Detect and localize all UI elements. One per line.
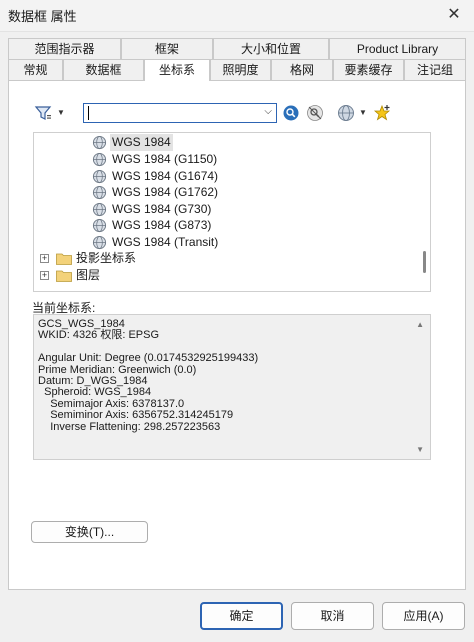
tab-row-bottom: 常规 数据框 坐标系 照明度 格网 要素缓存 注记组 (8, 59, 466, 81)
tree-item-wgs1984-g730[interactable]: WGS 1984 (G730) (92, 201, 292, 218)
tree-folder-layers[interactable]: + 图层 (40, 267, 240, 284)
clear-search-icon[interactable] (306, 104, 324, 122)
globe-menu-icon[interactable] (337, 104, 355, 122)
expand-icon[interactable]: + (40, 270, 49, 280)
tab-product-library[interactable]: Product Library (329, 38, 466, 59)
text-cursor (88, 106, 89, 120)
tree-item-label: WGS 1984 (G730) (112, 201, 212, 216)
add-to-favorites-icon[interactable] (373, 104, 391, 122)
title-bar: 数据框 属性 ✕ (0, 0, 474, 32)
globe-icon (92, 185, 107, 200)
tree-item-label: WGS 1984 (110, 134, 173, 151)
globe-icon (92, 218, 107, 233)
tab-grids[interactable]: 格网 (271, 59, 333, 80)
transform-button[interactable]: 变换(T)... (31, 521, 148, 543)
tree-item-wgs1984-g1150[interactable]: WGS 1984 (G1150) (92, 151, 292, 168)
tab-frame[interactable]: 框架 (121, 38, 213, 59)
coordinate-system-tree[interactable]: WGS 1984 WGS 1984 (G1150) WGS 1984 (G167… (33, 132, 431, 292)
search-dropdown-caret-icon[interactable]: ⌵ (264, 106, 272, 117)
tree-item-label: WGS 1984 (G1150) (112, 152, 218, 166)
tab-general[interactable]: 常规 (8, 59, 63, 80)
search-input[interactable] (84, 104, 254, 122)
tree-item-label: WGS 1984 (Transit) (112, 234, 219, 249)
tree-item-wgs1984[interactable]: WGS 1984 (92, 134, 292, 151)
tree-item-label: WGS 1984 (G873) (112, 218, 212, 232)
scroll-up-icon[interactable]: ▲ (416, 319, 424, 330)
folder-icon (56, 270, 72, 282)
expand-icon[interactable]: + (40, 254, 49, 263)
tab-annotation-groups[interactable]: 注记组 (404, 59, 466, 80)
apply-button[interactable]: 应用(A) (382, 602, 465, 630)
tab-feature-cache[interactable]: 要素缓存 (333, 59, 404, 80)
globe-icon (92, 235, 107, 249)
tree-folder-label: 投影坐标系 (76, 251, 137, 265)
scroll-down-icon[interactable]: ▼ (416, 444, 424, 455)
tab-extent-indicator[interactable]: 范围指示器 (8, 38, 121, 59)
tree-scrollbar-thumb[interactable] (423, 251, 426, 273)
tree-item-wgs1984-transit[interactable]: WGS 1984 (Transit) (92, 234, 292, 251)
filter-icon[interactable] (34, 104, 52, 122)
detail-line: Angular Unit: Degree (0.0174532925199433… (38, 352, 259, 365)
dialog-footer: 确定 取消 应用(A) (0, 590, 474, 642)
tree-folder-label: 图层 (76, 267, 101, 282)
globe-dropdown-caret-icon[interactable]: ▼ (359, 109, 367, 117)
detail-line: Inverse Flattening: 298.257223563 (38, 420, 221, 433)
globe-icon (92, 202, 107, 216)
detail-line: WKID: 4326 权限: EPSG (38, 329, 160, 342)
globe-icon (92, 152, 107, 167)
detail-line: Semiminor Axis: 6356752.314245179 (38, 409, 234, 422)
tree-item-wgs1984-g1674[interactable]: WGS 1984 (G1674) (92, 168, 292, 185)
search-icon[interactable] (282, 104, 300, 122)
folder-icon (56, 253, 72, 265)
tab-data-frame[interactable]: 数据框 (63, 59, 144, 80)
globe-icon (92, 135, 107, 150)
tab-size-position[interactable]: 大小和位置 (213, 38, 329, 59)
ok-button[interactable]: 确定 (200, 602, 283, 630)
toolbar: ▼ ⌵ ▼ (28, 102, 448, 126)
tree-item-wgs1984-g1762[interactable]: WGS 1984 (G1762) (92, 184, 292, 201)
close-icon[interactable]: ✕ (444, 4, 464, 24)
search-box[interactable]: ⌵ (83, 103, 277, 123)
tree-folder-projected[interactable]: + 投影坐标系 (40, 250, 240, 267)
tree-item-label: WGS 1984 (G1674) (112, 168, 219, 183)
tree-item-label: WGS 1984 (G1762) (112, 185, 219, 199)
coordinate-system-details[interactable]: ▲ GCS_WGS_1984 WKID: 4326 权限: EPSG Angul… (33, 314, 431, 460)
tab-illumination[interactable]: 照明度 (210, 59, 271, 80)
window-title: 数据框 属性 (8, 9, 77, 24)
tree-item-wgs1984-g873[interactable]: WGS 1984 (G873) (92, 217, 292, 234)
cancel-button[interactable]: 取消 (291, 602, 374, 630)
globe-icon (92, 169, 107, 183)
tab-row-top: 范围指示器 框架 大小和位置 Product Library (8, 38, 466, 59)
filter-dropdown-caret-icon[interactable]: ▼ (57, 109, 65, 117)
tab-coordinate-system[interactable]: 坐标系 (144, 59, 210, 81)
